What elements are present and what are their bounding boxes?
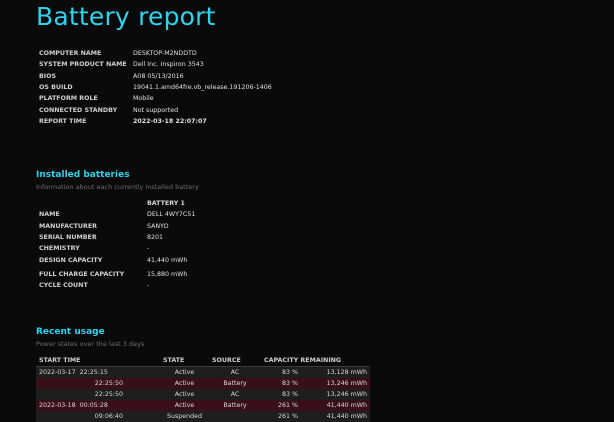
row-source: Battery xyxy=(209,378,261,389)
battery-label: FULL CHARGE CAPACITY xyxy=(39,270,125,278)
system-row-report-time: REPORT TIME 2022-03-18 22:07:07 xyxy=(39,116,272,127)
system-row-bios: BIOS A08 05/13/2016 xyxy=(39,71,272,82)
system-value: DESKTOP-M2NDDTD xyxy=(133,50,197,58)
row-state: Active xyxy=(160,378,209,389)
system-value: Dell Inc. Inspiron 3543 xyxy=(133,61,204,69)
battery-value: 15,880 mWh xyxy=(147,270,188,278)
row-percent: 261 % xyxy=(261,400,301,411)
system-value: 2022-03-18 22:07:07 xyxy=(133,117,207,125)
row-date: 2022-03-18 xyxy=(39,402,76,409)
system-value: Mobile xyxy=(133,95,154,103)
system-label: SYSTEM PRODUCT NAME xyxy=(39,61,127,69)
installed-batteries-subtitle: Information about each currently install… xyxy=(36,183,199,191)
row-source: AC xyxy=(209,389,261,400)
system-row-computer-name: COMPUTER NAME DESKTOP-M2NDDTD xyxy=(39,48,272,59)
system-label: PLATFORM ROLE xyxy=(39,95,98,103)
battery-label: NAME xyxy=(39,211,60,219)
col-source: SOURCE xyxy=(209,355,261,367)
table-header-row: START TIME STATE SOURCE CAPACITY REMAINI… xyxy=(36,355,370,367)
row-state: Active xyxy=(160,400,209,411)
row-percent: 83 % xyxy=(261,366,301,378)
row-percent: 83 % xyxy=(261,389,301,400)
battery-header: BATTERY 1 xyxy=(147,200,185,208)
system-label: OS BUILD xyxy=(39,84,73,92)
row-mwh: 41,440 mWh xyxy=(301,411,370,422)
row-start-time: 2022-03-18 00:05:28 xyxy=(36,400,160,411)
row-source: AC xyxy=(209,366,261,378)
row-start-time: 22:25:50 xyxy=(36,378,160,389)
system-label: COMPUTER NAME xyxy=(39,50,102,58)
row-source: Battery xyxy=(209,400,261,411)
system-value: 19041.1.amd64fre.vb_release.191206-1406 xyxy=(133,84,272,92)
row-state: Suspended xyxy=(160,411,209,422)
battery-info: BATTERY 1 NAME DELL 4WY7C51 MANUFACTURER S… xyxy=(39,198,195,291)
battery-value: 41,440 mWh xyxy=(147,256,188,264)
system-row-product-name: SYSTEM PRODUCT NAME Dell Inc. Inspiron 35… xyxy=(39,59,272,70)
row-state: Active xyxy=(160,366,209,378)
system-row-platform-role: PLATFORM ROLE Mobile xyxy=(39,93,272,104)
row-time: 22:25:15 xyxy=(79,369,108,376)
row-time: 22:25:50 xyxy=(94,391,123,398)
row-mwh: 13,128 mWh xyxy=(301,366,370,378)
battery-row-manufacturer: MANUFACTURER SANYO xyxy=(39,221,195,232)
battery-label: CHEMISTRY xyxy=(39,245,80,253)
row-start-time: 22:25:50 xyxy=(36,389,160,400)
row-percent: 261 % xyxy=(261,411,301,422)
col-start-time: START TIME xyxy=(36,355,160,367)
system-label: REPORT TIME xyxy=(39,117,87,125)
row-time: 22:25:50 xyxy=(94,380,123,387)
row-start-time: 09:06:40 xyxy=(36,411,160,422)
battery-value: - xyxy=(147,245,150,253)
battery-row-chemistry: CHEMISTRY - xyxy=(39,243,195,254)
page-title: Battery report xyxy=(36,2,216,31)
battery-label: MANUFACTURER xyxy=(39,222,98,230)
row-mwh: 41,440 mWh xyxy=(301,400,370,411)
table-row: 22:25:50 Active Battery 83 % 13,246 mWh xyxy=(36,378,370,389)
row-mwh: 13,246 mWh xyxy=(301,378,370,389)
col-state: STATE xyxy=(160,355,209,367)
system-label: CONNECTED STANDBY xyxy=(39,106,118,114)
row-time: 00:05:28 xyxy=(79,402,108,409)
battery-value: DELL 4WY7C51 xyxy=(147,211,196,219)
installed-batteries-title: Installed batteries xyxy=(36,170,130,180)
battery-row-cycle-count: CYCLE COUNT - xyxy=(39,280,195,291)
battery-row-design-capacity: DESIGN CAPACITY 41,440 mWh xyxy=(39,254,195,265)
table-row: 2022-03-17 22:25:15 Active AC 83 % 13,12… xyxy=(36,366,370,378)
system-value: Not supported xyxy=(133,106,179,114)
table-row: 2022-03-18 00:05:28 Active Battery 261 %… xyxy=(36,400,370,411)
battery-label: DESIGN CAPACITY xyxy=(39,256,103,264)
battery-row-name: NAME DELL 4WY7C51 xyxy=(39,209,195,220)
battery-value: 8201 xyxy=(147,234,164,242)
battery-row-serial: SERIAL NUMBER 8201 xyxy=(39,232,195,243)
row-time: 09:06:40 xyxy=(94,413,123,420)
row-state: Active xyxy=(160,389,209,400)
row-date: 2022-03-17 xyxy=(39,369,76,376)
system-row-os-build: OS BUILD 19041.1.amd64fre.vb_release.1912… xyxy=(39,82,272,93)
battery-value: - xyxy=(147,282,150,290)
row-percent: 83 % xyxy=(261,378,301,389)
battery-label: SERIAL NUMBER xyxy=(39,234,97,242)
table-row: 09:06:40 Suspended 261 % 41,440 mWh xyxy=(36,411,370,422)
system-label: BIOS xyxy=(39,72,57,80)
recent-usage-subtitle: Power states over the last 3 days xyxy=(36,340,145,348)
table-row: 22:25:50 Active AC 83 % 13,246 mWh xyxy=(36,389,370,400)
recent-usage-title: Recent usage xyxy=(36,327,105,337)
row-source xyxy=(209,411,261,422)
row-mwh: 13,246 mWh xyxy=(301,389,370,400)
battery-value: SANYO xyxy=(147,222,169,230)
row-start-time: 2022-03-17 22:25:15 xyxy=(36,366,160,378)
battery-label: CYCLE COUNT xyxy=(39,282,88,290)
system-info: COMPUTER NAME DESKTOP-M2NDDTD SYSTEM PROD… xyxy=(39,48,272,127)
battery-row-full-charge: FULL CHARGE CAPACITY 15,880 mWh xyxy=(39,269,195,280)
col-capacity-remaining: CAPACITY REMAINING xyxy=(261,355,370,367)
system-row-connected-standby: CONNECTED STANDBY Not supported xyxy=(39,104,272,115)
system-value: A08 05/13/2016 xyxy=(133,72,184,80)
recent-usage-table: START TIME STATE SOURCE CAPACITY REMAINI… xyxy=(36,355,370,422)
